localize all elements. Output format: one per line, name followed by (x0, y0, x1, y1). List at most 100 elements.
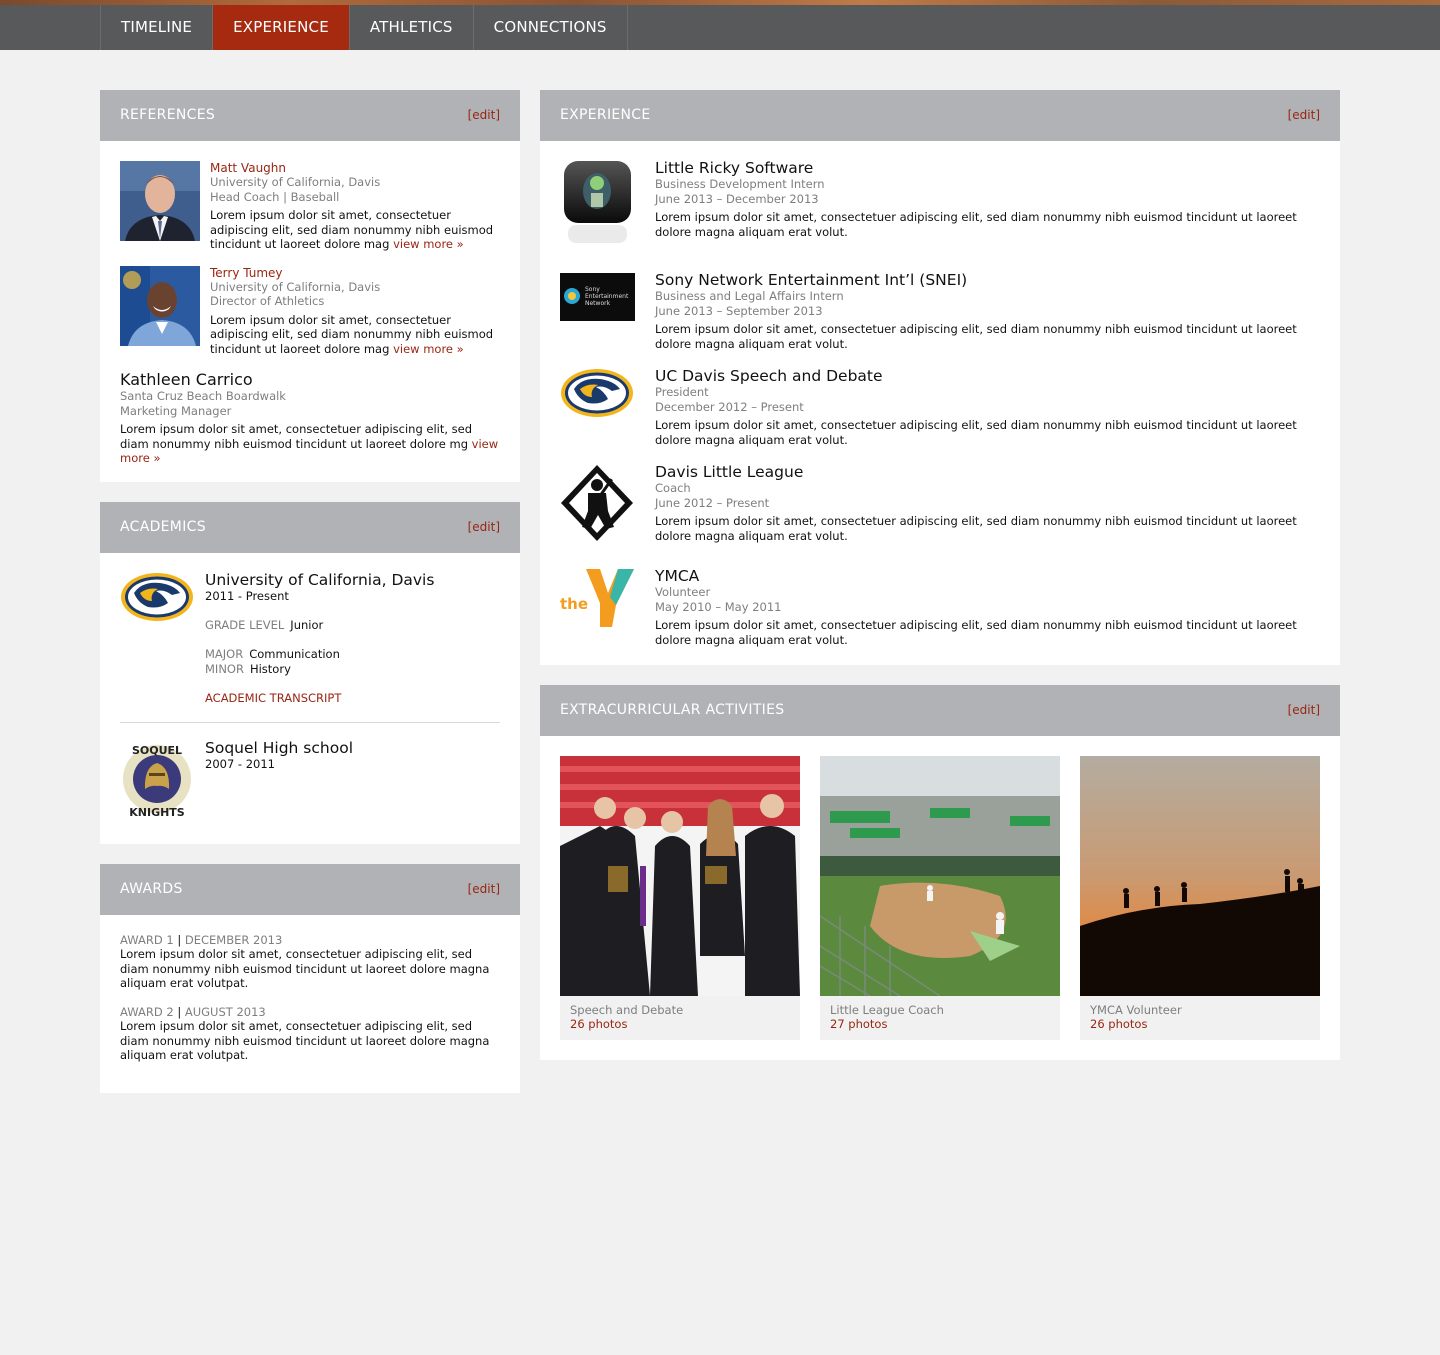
experience-company: UC Davis Speech and Debate (655, 367, 883, 385)
reference-org: University of California, Davis (210, 175, 381, 189)
awards-title: AWARDS (120, 880, 183, 897)
uc-davis-logo (560, 367, 635, 451)
reference-item: Kathleen Carrico Santa Cruz Beach Boardw… (120, 370, 500, 466)
experience-item: Sony Entertainment Network Sony Network … (560, 271, 1320, 355)
experience-dates: June 2012 – Present (655, 495, 770, 510)
reference-role: Head Coach | Baseball (210, 189, 340, 204)
experience-dates: June 2013 – December 2013 (655, 191, 819, 206)
experience-role: President (655, 385, 709, 399)
experience-dates: June 2013 – September 2013 (655, 303, 823, 318)
reference-name[interactable]: Matt Vaughn (210, 161, 500, 175)
tab-timeline[interactable]: TIMELINE (101, 5, 214, 50)
references-panel: REFERENCES [edit] Matt Vaughn University… (100, 90, 520, 482)
nav-tabs: TIMELINE EXPERIENCE ATHLETICS CONNECTION… (100, 5, 628, 50)
extracurricular-panel: EXTRACURRICULAR ACTIVITIES [edit] Speech… (540, 685, 1340, 1060)
reference-org: University of California, Davis (210, 279, 381, 294)
award-heading: AWARD 1 | DECEMBER 2013 (120, 932, 283, 947)
reference-name: Kathleen Carrico (120, 370, 253, 389)
school-item: University of California, Davis 2011 - P… (120, 571, 500, 706)
tab-connections[interactable]: CONNECTIONS (474, 5, 628, 50)
award-item: AWARD 1 | DECEMBER 2013 Lorem ipsum dolo… (120, 933, 500, 991)
experience-dates: May 2010 – May 2011 (655, 599, 782, 614)
award-text: Lorem ipsum dolor sit amet, consectetuer… (120, 947, 490, 990)
awards-panel: AWARDS [edit] AWARD 1 | DECEMBER 2013 Lo… (100, 863, 520, 1093)
experience-role: Coach (655, 481, 691, 495)
school-years: 2007 - 2011 (205, 756, 275, 771)
reference-text: Lorem ipsum dolor sit amet, consectetuer… (210, 208, 494, 251)
experience-description: Lorem ipsum dolor sit amet, consectetuer… (655, 322, 1297, 351)
award-heading: AWARD 2 | AUGUST 2013 (120, 1004, 266, 1019)
tab-athletics[interactable]: ATHLETICS (350, 5, 474, 50)
award-text: Lorem ipsum dolor sit amet, consectetuer… (120, 1019, 490, 1062)
album-card[interactable]: Little League Coach 27 photos (820, 756, 1060, 1040)
view-more-link[interactable]: view more » (393, 342, 464, 356)
experience-item: the YMCA Volunteer May 2010 – May 2011 L… (560, 567, 1320, 647)
school-item: SOQUEL KNIGHTS Soquel High school 2007 -… (120, 739, 500, 824)
experience-panel: EXPERIENCE [edit] Little Ricky Software … (540, 90, 1340, 665)
reference-item: Terry Tumey University of California, Da… (120, 265, 500, 357)
experience-role: Business and Legal Affairs Intern (655, 289, 844, 303)
reference-role: Marketing Manager (120, 403, 232, 418)
album-photo-count: 27 photos (830, 1017, 888, 1031)
extracurricular-title: EXTRACURRICULAR ACTIVITIES (560, 702, 785, 718)
svg-text:SOQUEL: SOQUEL (132, 744, 182, 757)
album-photo (820, 756, 1060, 996)
reference-text: Lorem ipsum dolor sit amet, consectetuer… (120, 422, 499, 465)
album-photo-count: 26 photos (1090, 1017, 1148, 1031)
reference-text: Lorem ipsum dolor sit amet, consectetuer… (210, 312, 494, 356)
references-title: REFERENCES (120, 107, 216, 123)
svg-text:Sony: Sony (585, 286, 600, 293)
ymca-logo: the (560, 567, 635, 647)
album-photo (1080, 756, 1320, 996)
main-nav: TIMELINE EXPERIENCE ATHLETICS CONNECTION… (0, 5, 1440, 50)
reference-photo (120, 161, 200, 241)
experience-company: Sony Network Entertainment Int’l (SNEI) (655, 271, 968, 289)
little-ricky-software-logo (560, 159, 635, 259)
experience-description: Lorem ipsum dolor sit amet, consectetuer… (655, 618, 1297, 647)
svg-text:KNIGHTS: KNIGHTS (129, 806, 185, 819)
album-photo-count: 26 photos (570, 1017, 628, 1031)
svg-text:Network: Network (585, 300, 611, 307)
right-column: EXPERIENCE [edit] Little Ricky Software … (540, 90, 1340, 1080)
experience-company: Davis Little League (655, 463, 804, 481)
extracurricular-edit-link[interactable]: [edit] (1288, 685, 1320, 736)
academics-panel: ACADEMICS [edit] University of Californi… (100, 501, 520, 844)
references-header: REFERENCES [edit] (100, 90, 520, 141)
sony-entertainment-network-logo: Sony Entertainment Network (560, 271, 635, 355)
references-edit-link[interactable]: [edit] (468, 90, 500, 141)
experience-title: EXPERIENCE (560, 107, 651, 123)
extracurricular-header: EXTRACURRICULAR ACTIVITIES [edit] (540, 685, 1340, 736)
little-league-logo (560, 463, 635, 555)
uc-davis-logo (120, 571, 195, 626)
awards-header: AWARDS [edit] (100, 863, 520, 915)
major-row: MAJOR Communication (205, 647, 340, 661)
album-card[interactable]: Speech and Debate 26 photos (560, 756, 800, 1040)
experience-item: Little Ricky Software Business Developme… (560, 159, 1320, 259)
tab-experience[interactable]: EXPERIENCE (213, 5, 350, 50)
experience-item: UC Davis Speech and Debate President Dec… (560, 367, 1320, 451)
divider (120, 721, 500, 723)
album-title: YMCA Volunteer (1090, 1003, 1182, 1017)
award-item: AWARD 2 | AUGUST 2013 Lorem ipsum dolor … (120, 1005, 500, 1063)
svg-text:Entertainment: Entertainment (585, 293, 629, 300)
view-more-link[interactable]: view more » (393, 237, 464, 251)
reference-org: Santa Cruz Beach Boardwalk (120, 389, 286, 403)
album-card[interactable]: YMCA Volunteer 26 photos (1080, 756, 1320, 1040)
academics-edit-link[interactable]: [edit] (468, 502, 500, 553)
experience-edit-link[interactable]: [edit] (1288, 90, 1320, 141)
experience-description: Lorem ipsum dolor sit amet, consectetuer… (655, 514, 1297, 543)
album-title: Little League Coach (830, 1003, 944, 1017)
academics-title: ACADEMICS (120, 518, 206, 535)
school-name: University of California, Davis (205, 570, 435, 589)
experience-dates: December 2012 – Present (655, 399, 804, 414)
experience-item: Davis Little League Coach June 2012 – Pr… (560, 463, 1320, 555)
experience-description: Lorem ipsum dolor sit amet, consectetuer… (655, 210, 1297, 239)
soquel-knights-logo: SOQUEL KNIGHTS (120, 739, 195, 824)
awards-edit-link[interactable]: [edit] (468, 864, 500, 915)
reference-name[interactable]: Terry Tumey (210, 266, 500, 280)
experience-header: EXPERIENCE [edit] (540, 90, 1340, 141)
experience-role: Volunteer (655, 585, 711, 599)
experience-role: Business Development Intern (655, 177, 825, 191)
academic-transcript-link[interactable]: ACADEMIC TRANSCRIPT (205, 691, 500, 706)
reference-role: Director of Athletics (210, 294, 325, 308)
